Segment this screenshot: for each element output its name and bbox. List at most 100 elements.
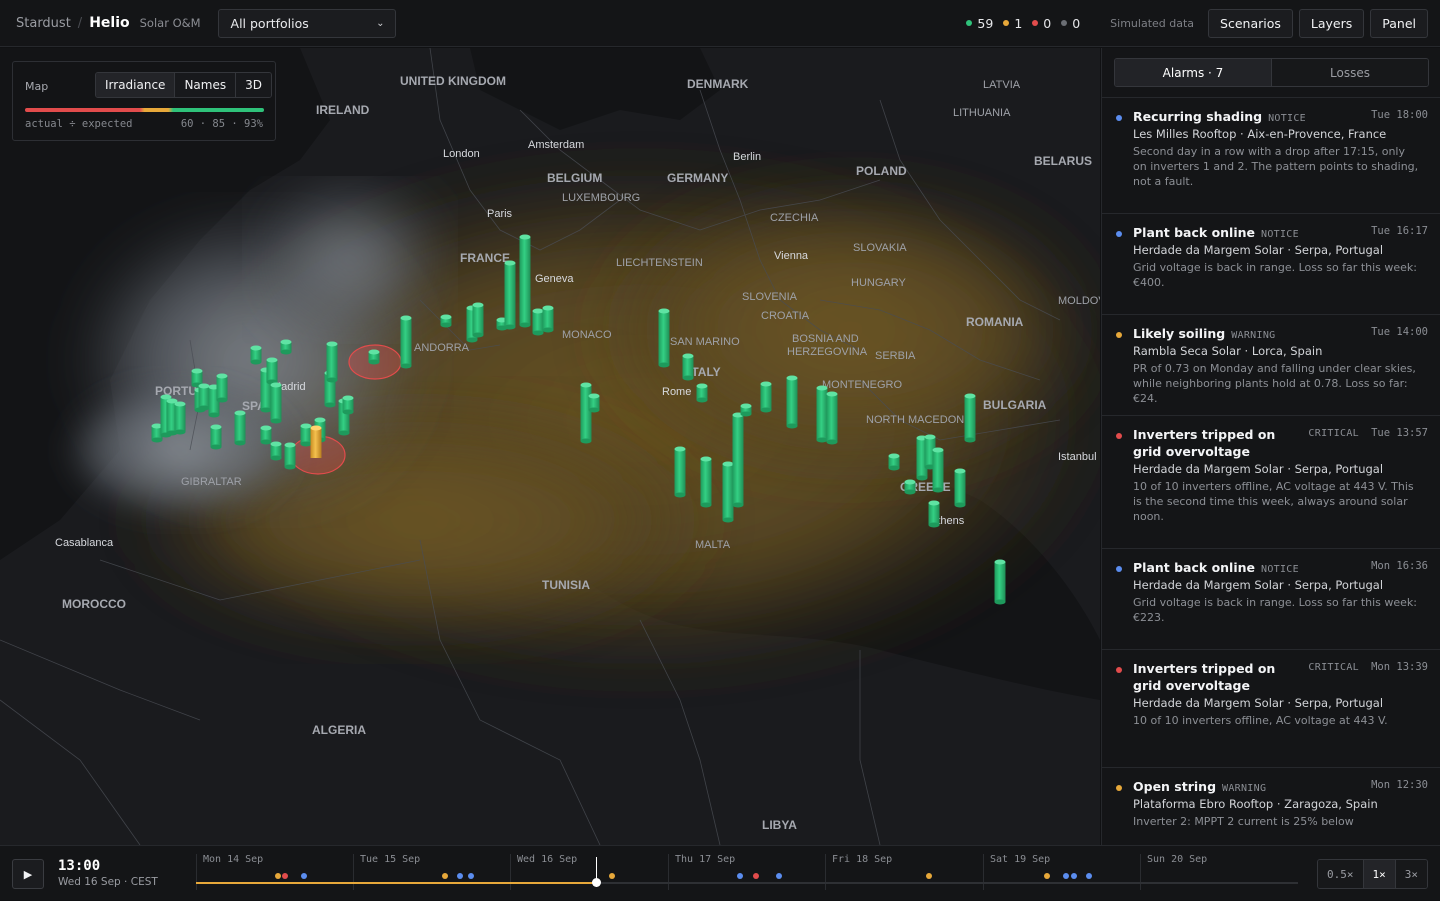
map-label: SAN MARINO <box>670 336 740 348</box>
plant-bar[interactable] <box>786 378 798 426</box>
plant-bar[interactable] <box>954 471 966 505</box>
plant-bar[interactable] <box>722 464 734 520</box>
tab-names[interactable]: Names <box>175 73 237 97</box>
tab-3d[interactable]: 3D <box>236 73 271 97</box>
plant-bar[interactable] <box>682 356 694 378</box>
plant-bar[interactable] <box>674 449 686 495</box>
timeline-event-dot[interactable] <box>1044 873 1050 879</box>
plant-bar-cap <box>270 441 282 447</box>
alarm-description: Second day in a row with a drop after 17… <box>1133 145 1419 188</box>
plant-bar[interactable] <box>658 311 670 365</box>
plant-bar[interactable] <box>270 385 282 421</box>
timeline-event-dot[interactable] <box>1063 873 1069 879</box>
plant-bar-base <box>816 437 828 443</box>
plant-bar-cap <box>284 442 296 448</box>
plant-bar[interactable] <box>210 427 222 447</box>
org-name[interactable]: Stardust <box>16 16 71 31</box>
timeline-event-dot[interactable] <box>1086 873 1092 879</box>
play-button[interactable]: ▶ <box>12 859 44 889</box>
alarm-description: PR of 0.73 on Monday and falling under c… <box>1133 362 1416 405</box>
plant-bar[interactable] <box>504 263 516 327</box>
speed-1x[interactable]: 1× <box>1363 860 1396 888</box>
alarm-item[interactable]: Plant back online NOTICE Mon 16:36 Herdad… <box>1102 548 1440 649</box>
app-name[interactable]: Helio <box>89 15 129 31</box>
plant-bar[interactable] <box>266 360 278 382</box>
plant-bar-base <box>682 375 694 381</box>
plant-bar[interactable] <box>964 396 976 440</box>
plant-bar-cap <box>504 260 516 266</box>
timeline-event-dot[interactable] <box>1071 873 1077 879</box>
map-canvas[interactable]: UNITED KINGDOM IRELAND DENMARK LATVIA LI… <box>0 48 1100 845</box>
plant-bar[interactable] <box>928 503 940 525</box>
timeline-event-dot[interactable] <box>926 873 932 879</box>
plant-bar-base <box>368 359 380 365</box>
plant-bar[interactable] <box>580 385 592 441</box>
panel-button[interactable]: Panel <box>1370 8 1428 38</box>
plant-bar[interactable] <box>234 413 246 443</box>
alarm-site: Les Milles Rooftop · Aix-en-Provence, Fr… <box>1133 127 1387 141</box>
timeline-event-dot[interactable] <box>457 873 463 879</box>
tab-irradiance[interactable]: Irradiance <box>96 73 176 97</box>
scenarios-button[interactable]: Scenarios <box>1208 8 1293 38</box>
alarm-item[interactable]: Plant back online NOTICE Tue 16:17 Herdad… <box>1102 213 1440 314</box>
map-label: Amsterdam <box>528 139 584 151</box>
plant-bar[interactable] <box>326 344 338 380</box>
plant-bar-cap <box>932 447 944 453</box>
timeline-event-dot[interactable] <box>776 873 782 879</box>
alarm-item[interactable]: Inverters tripped on grid overvoltage CRI… <box>1102 649 1440 767</box>
map-label: CZECHIA <box>770 212 819 224</box>
plant-bar[interactable] <box>300 426 312 444</box>
layers-button[interactable]: Layers <box>1298 8 1365 38</box>
speed-3x[interactable]: 3× <box>1395 860 1427 888</box>
alarm-item[interactable]: Recurring shading NOTICE Tue 18:00 Les Mi… <box>1102 97 1440 213</box>
count-warning: 1 <box>1003 16 1022 31</box>
alarm-title: Recurring shading <box>1133 109 1263 124</box>
timeline-event-dot[interactable] <box>301 873 307 879</box>
tab-losses[interactable]: Losses <box>1272 59 1428 86</box>
severity-dot-icon <box>1116 667 1122 673</box>
plant-bar[interactable] <box>472 305 484 335</box>
alarm-time: Mon 12:30 <box>1371 779 1428 791</box>
plant-bar[interactable] <box>816 388 828 440</box>
timeline-handle[interactable] <box>592 878 601 887</box>
timeline-event-dot[interactable] <box>609 873 615 879</box>
plant-bar[interactable] <box>198 386 210 408</box>
plant-bar-warning[interactable] <box>310 428 322 458</box>
map-label: LIBYA <box>762 818 797 832</box>
plant-bar[interactable] <box>284 445 296 467</box>
plant-bar[interactable] <box>932 450 944 490</box>
plant-bar-base <box>504 324 516 330</box>
plant-bar-base <box>732 502 744 508</box>
plant-bar[interactable] <box>542 308 554 330</box>
count-offline: 0 <box>1061 16 1080 31</box>
timeline-event-dot[interactable] <box>737 873 743 879</box>
speed-0-5x[interactable]: 0.5× <box>1318 860 1364 888</box>
plant-bar[interactable] <box>732 415 744 505</box>
timeline-event-dot[interactable] <box>282 873 288 879</box>
plant-bar[interactable] <box>174 404 186 432</box>
plant-bar-cap <box>924 434 936 440</box>
plant-bar[interactable] <box>760 384 772 410</box>
plant-bar[interactable] <box>700 459 712 505</box>
plant-bar[interactable] <box>519 237 531 325</box>
plant-bar-base <box>519 322 531 328</box>
plant-bar[interactable] <box>400 318 412 366</box>
timeline-day: Wed 16 Sep <box>510 854 577 890</box>
plant-bar[interactable] <box>532 311 544 333</box>
portfolio-select[interactable]: All portfolios ⌄ <box>217 8 396 38</box>
alarm-item[interactable]: Open string WARNING Mon 12:30 Plataforma … <box>1102 767 1440 845</box>
timeline-scrubber[interactable]: Mon 14 Sep Tue 15 Sep Wed 16 Sep Thu 17 … <box>196 846 1298 901</box>
alarm-item[interactable]: Likely soiling WARNING Tue 14:00 Rambla S… <box>1102 314 1440 415</box>
plant-bar[interactable] <box>994 562 1006 602</box>
plant-bar-cap <box>826 391 838 397</box>
map-view[interactable]: UNITED KINGDOM IRELAND DENMARK LATVIA LI… <box>0 48 1100 845</box>
plant-bar[interactable] <box>826 394 838 442</box>
timeline-event-dot[interactable] <box>753 873 759 879</box>
timeline-event-dot[interactable] <box>442 873 448 879</box>
timeline-event-dot[interactable] <box>468 873 474 879</box>
plant-bar-cap <box>532 308 544 314</box>
tab-alarms[interactable]: Alarms · 7 <box>1115 59 1272 86</box>
timeline-event-dot[interactable] <box>275 873 281 879</box>
alarm-item[interactable]: Inverters tripped on grid overvoltage CRI… <box>1102 415 1440 548</box>
plant-bar[interactable] <box>216 376 228 400</box>
